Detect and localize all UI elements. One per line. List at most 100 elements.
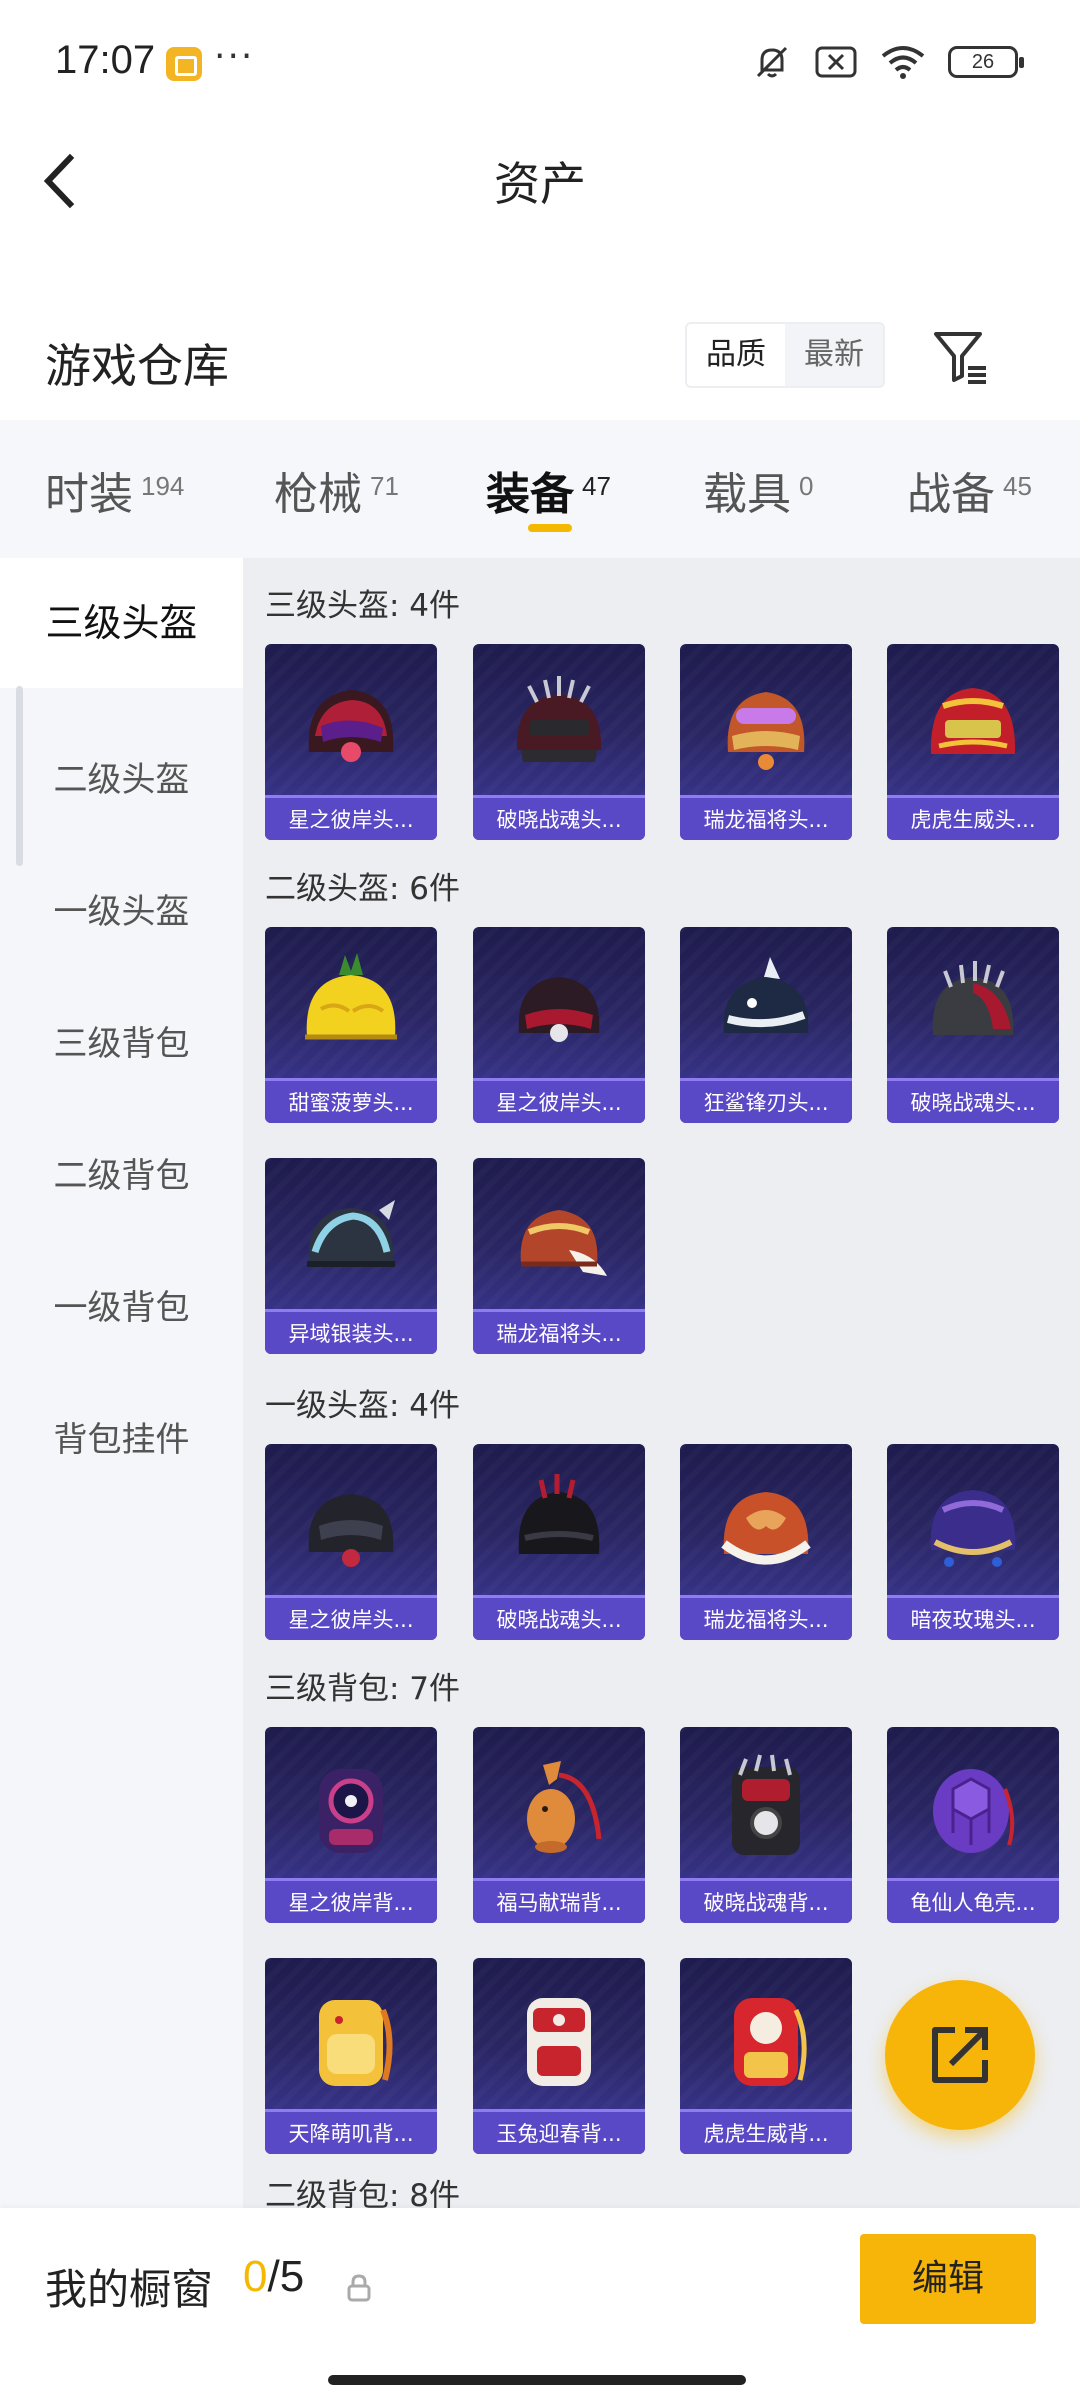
note-app-icon [166,47,202,81]
item-card[interactable]: 异域银装头... [265,1158,437,1354]
item-name: 福马献瑞背... [496,1891,622,1915]
sim-off-icon [815,46,857,78]
tab-label: 载具 [703,469,791,520]
tab-label: 战备 [907,469,995,520]
backpack-icon [933,1769,1015,1853]
item-name: 星之彼岸头... [288,1608,414,1632]
item-name: 破晓战魂头... [496,808,622,832]
helmet-icon [307,1200,395,1267]
item-name: 虎虎生威头... [910,808,1036,832]
section-label: 三级头盔: 4件 [265,588,461,624]
item-card[interactable]: 天降萌叽背... [265,1958,437,2154]
item-name: 龟仙人龟壳... [910,1891,1036,1915]
helmet-icon [518,1474,600,1554]
item-card[interactable]: 星之彼岸背... [265,1727,437,1923]
tab-count: 47 [582,471,611,501]
status-icons: 26 [752,42,1024,82]
item-card[interactable]: 瑞龙福将头... [473,1158,645,1354]
tab-label: 装备 [486,469,574,520]
item-name: 虎虎生威背... [703,2122,829,2146]
tab-count: 194 [141,471,185,501]
item-card[interactable]: 龟仙人龟壳... [887,1727,1059,1923]
item-card[interactable]: 瑞龙福将头... [680,1444,852,1640]
active-tab-indicator [528,524,572,532]
item-card[interactable]: 暗夜玫瑰头... [887,1444,1059,1640]
item-card[interactable]: 福马献瑞背... [473,1727,645,1923]
tab-supplies[interactable]: 战备 45 [907,458,1032,522]
wifi-icon [881,46,925,79]
filter-button[interactable] [928,324,994,390]
tab-fashion[interactable]: 时装 194 [45,458,184,522]
item-name: 瑞龙福将头... [703,808,829,832]
helmet-icon [518,977,600,1042]
item-card[interactable]: 星之彼岸头... [265,644,437,840]
helmet-icon [305,953,397,1040]
sort-toggle: 品质 最新 [685,322,885,388]
showcase-max: 5 [279,2252,305,2301]
item-name: 瑞龙福将头... [703,1608,829,1632]
sidebar-item-level3-helmet[interactable]: 三级头盔 [0,558,243,688]
warehouse-bar: 游戏仓库 品质 最新 [0,310,1080,410]
tab-guns[interactable]: 枪械 71 [274,458,399,522]
warehouse-title: 游戏仓库 [45,339,229,393]
item-card[interactable]: 虎虎生威头... [887,644,1059,840]
item-name: 星之彼岸背... [288,1891,414,1915]
item-name: 瑞龙福将头... [496,1322,622,1346]
bottom-bar: 我的橱窗 0/5 编辑 [0,2208,1080,2400]
item-card[interactable]: 玉兔迎春背... [473,1958,645,2154]
tab-label: 枪械 [274,469,362,520]
helmet-icon [727,692,805,770]
tab-equipment[interactable]: 装备 47 [486,458,611,522]
item-card[interactable]: 破晓战魂背... [680,1727,852,1923]
item-name: 天降萌叽背... [288,2122,414,2146]
item-card[interactable]: 瑞龙福将头... [680,644,852,840]
sort-quality-button[interactable]: 品质 [687,324,785,386]
section-label: 三级背包: 7件 [265,1671,461,1707]
mute-icon [756,46,788,78]
backpack-icon [734,1998,807,2086]
backpack-icon [319,1769,383,1853]
helmet-icon [308,690,394,762]
item-name: 玉兔迎春背... [496,2122,622,2146]
home-indicator[interactable] [328,2375,746,2385]
section-label: 二级背包: 8件 [265,2178,461,2208]
share-button[interactable] [885,1980,1035,2130]
sidebar-item-level1-helmet[interactable]: 一级头盔 [0,884,243,933]
item-card[interactable]: 甜蜜菠萝头... [265,927,437,1123]
sidebar-item-level1-backpack[interactable]: 一级背包 [0,1280,243,1329]
sidebar-scrollbar[interactable] [16,686,23,866]
helmet-icon [721,1492,811,1565]
sidebar-item-backpack-charm[interactable]: 背包挂件 [0,1412,243,1461]
sidebar-item-level2-helmet[interactable]: 二级头盔 [0,752,243,801]
status-bar: 17:07 ··· 26 [0,0,1080,126]
showcase-separator: / [267,2252,280,2301]
item-card[interactable]: 星之彼岸头... [265,1444,437,1640]
edit-button[interactable]: 编辑 [860,2234,1036,2324]
backpack-icon [732,1754,800,1855]
item-card[interactable]: 狂鲨锋刃头... [680,927,852,1123]
item-card[interactable]: 破晓战魂头... [473,644,645,840]
item-name: 异域银装头... [288,1322,414,1346]
item-name: 狂鲨锋刃头... [703,1091,829,1115]
showcase-label: 我的橱窗 [45,2265,214,2314]
item-card[interactable]: 破晓战魂头... [887,927,1059,1123]
sidebar-item-level3-backpack[interactable]: 三级背包 [0,1016,243,1065]
tab-count: 0 [799,471,814,501]
tab-label: 时装 [45,469,133,520]
category-tabs: 时装 194 枪械 71 装备 47 载具 0 战备 45 [0,420,1080,558]
item-card[interactable]: 虎虎生威背... [680,1958,852,2154]
sort-newest-button[interactable]: 最新 [785,324,883,386]
tab-vehicles[interactable]: 载具 0 [703,458,813,522]
helmet-icon [723,957,809,1033]
item-card[interactable]: 星之彼岸头... [473,927,645,1123]
item-name: 星之彼岸头... [288,808,414,832]
helmet-icon [930,1490,1016,1567]
page-title: 资产 [494,157,586,211]
sidebar-item-level2-backpack[interactable]: 二级背包 [0,1148,243,1197]
status-time: 17:07 [55,38,156,82]
item-card[interactable]: 破晓战魂头... [473,1444,645,1640]
status-more-dots: ··· [214,36,255,77]
helmet-icon [516,676,602,762]
tab-count: 71 [370,471,399,501]
backpack-icon [527,1998,591,2086]
